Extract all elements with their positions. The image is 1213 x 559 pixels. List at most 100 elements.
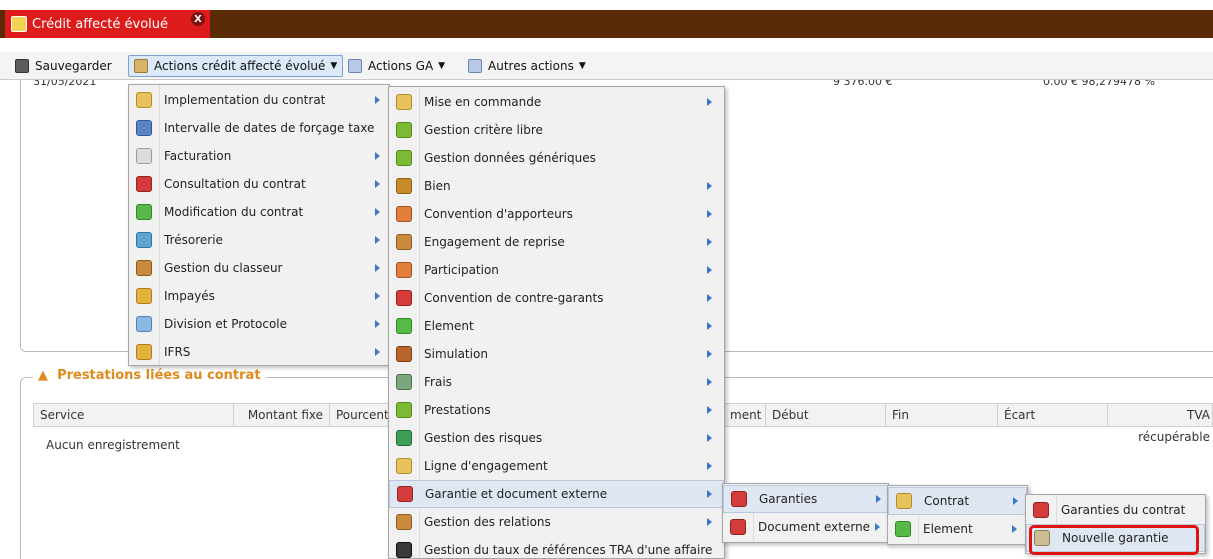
save-icon [15,59,29,73]
caret-down-icon: ▼ [438,61,446,71]
actions-ga-label: Actions GA [368,59,434,73]
menu-item-gestion-relations[interactable]: Gestion des relations [389,508,724,536]
prestations-section-title[interactable]: ▲ Prestations liées au contrat [33,368,266,383]
menu-item-intervalle-dates[interactable]: Intervalle de dates de forçage taxe [129,114,389,142]
menu-item-facturation[interactable]: Facturation [129,142,389,170]
menu-item-garanties[interactable]: Garanties [723,485,888,513]
menu-item-document-externe[interactable]: Document externe [723,513,888,541]
menu-item-convention-apporteurs[interactable]: Convention d'apporteurs [389,200,724,228]
caret-down-icon: ▼ [330,61,338,71]
top-tab-bar: Crédit affecté évolué X [0,10,1213,38]
garanties-submenu: Contrat Element [887,485,1028,545]
menu-item-impayes[interactable]: Impayés [129,282,389,310]
row-right-value: 0.00 € 98,279478 % [1043,80,1155,88]
actions-credit-affecte-button[interactable]: Actions crédit affecté évolué ▼ [128,55,344,77]
document-icon [396,290,412,306]
submenu-arrow-icon [375,152,380,160]
config-icon [396,458,412,474]
menu-item-participation[interactable]: Participation [389,256,724,284]
menu-item-contrat[interactable]: Contrat [888,487,1027,515]
menu-item-prestations[interactable]: Prestations [389,396,724,424]
tab-title: Crédit affecté évolué [32,16,169,32]
submenu-arrow-icon [707,322,712,330]
rate-icon [396,542,412,558]
highlight-callout [1029,525,1199,555]
document-icon [397,486,413,502]
column-header[interactable]: Début [766,404,886,426]
menu-item-element[interactable]: Element [389,312,724,340]
document-icon [11,16,27,32]
document-icon [468,59,482,73]
submenu-arrow-icon [707,238,712,246]
actions-ga-button[interactable]: Actions GA ▼ [343,55,450,77]
menu-item-element-garanties[interactable]: Element [888,515,1027,543]
menu-item-simulation[interactable]: Simulation [389,340,724,368]
submenu-arrow-icon [875,523,880,531]
magnifier-icon [136,148,152,164]
column-header[interactable]: TVA récupérable [1108,404,1213,444]
submenu-arrow-icon [375,320,380,328]
row-date: 31/05/2021 [33,80,97,88]
binder-icon [136,260,152,276]
coins-icon [136,344,152,360]
submenu-arrow-icon [375,292,380,300]
submenu-arrow-icon [375,236,380,244]
config-icon [396,94,412,110]
submenu-arrow-icon [707,210,712,218]
calculator-icon [396,346,412,362]
tab-credit-affecte-evolue[interactable]: Crédit affecté évolué X [5,10,210,38]
menu-item-gestion-donnees-generiques[interactable]: Gestion données génériques [389,144,724,172]
autres-actions-button[interactable]: Autres actions ▼ [463,55,591,77]
close-icon[interactable]: X [191,12,205,26]
plus-icon [136,204,152,220]
column-header[interactable]: Montant fixe [234,404,330,426]
submenu-arrow-icon [375,348,380,356]
menu-item-modification[interactable]: Modification du contrat [129,198,389,226]
menu-item-gestion-risques[interactable]: Gestion des risques [389,424,724,452]
caret-down-icon: ▼ [578,61,586,71]
submenu-arrow-icon [375,180,380,188]
save-button[interactable]: Sauvegarder [10,55,117,77]
menu-item-consultation[interactable]: Consultation du contrat [129,170,389,198]
column-header[interactable]: Service [34,404,234,426]
column-header[interactable]: Écart [998,404,1108,426]
submenu-arrow-icon [375,264,380,272]
menu-item-bien[interactable]: Bien [389,172,724,200]
green-circle-icon [396,150,412,166]
hand-icon [396,206,412,222]
menu-item-garantie-document-externe[interactable]: Garantie et document externe [389,480,724,508]
menu-item-division-protocole[interactable]: Division et Protocole [129,310,389,338]
submenu-arrow-icon [707,462,712,470]
menu-item-classeur[interactable]: Gestion du classeur [129,254,389,282]
actions-credit-menu: Implementation du contrat Intervalle de … [128,84,390,366]
menu-item-implementation[interactable]: Implementation du contrat [129,86,389,114]
menu-item-mise-en-commande[interactable]: Mise en commande [389,88,724,116]
risk-icon [396,430,412,446]
menu-item-gestion-critere-libre[interactable]: Gestion critère libre [389,116,724,144]
column-header[interactable]: ment [724,404,766,426]
green-circle-icon [396,402,412,418]
document-icon [136,176,152,192]
menu-item-tresorerie[interactable]: Trésorerie [129,226,389,254]
menu-item-convention-contre-garants[interactable]: Convention de contre-garants [389,284,724,312]
submenu-arrow-icon [707,434,712,442]
column-header[interactable]: Pourcent [330,404,390,426]
binder-icon [396,514,412,530]
menu-item-ligne-engagement[interactable]: Ligne d'engagement [389,452,724,480]
menu-item-taux-references[interactable]: Gestion du taux de références TRA d'une … [389,536,724,559]
menu-item-engagement-reprise[interactable]: Engagement de reprise [389,228,724,256]
plus-icon [895,521,911,537]
document-icon [348,59,362,73]
toolbar: Sauvegarder Actions crédit affecté évolu… [0,52,1213,80]
binder-icon [396,234,412,250]
menu-item-ifrs[interactable]: IFRS [129,338,389,366]
house-icon [396,178,412,194]
split-icon [136,316,152,332]
column-header[interactable]: Fin [886,404,998,426]
menu-item-garanties-du-contrat[interactable]: Garanties du contrat [1026,496,1205,524]
green-circle-icon [396,122,412,138]
submenu-arrow-icon [707,518,712,526]
submenu-arrow-icon [707,266,712,274]
menu-item-frais[interactable]: Frais [389,368,724,396]
collapse-icon[interactable]: ▲ [38,368,48,383]
